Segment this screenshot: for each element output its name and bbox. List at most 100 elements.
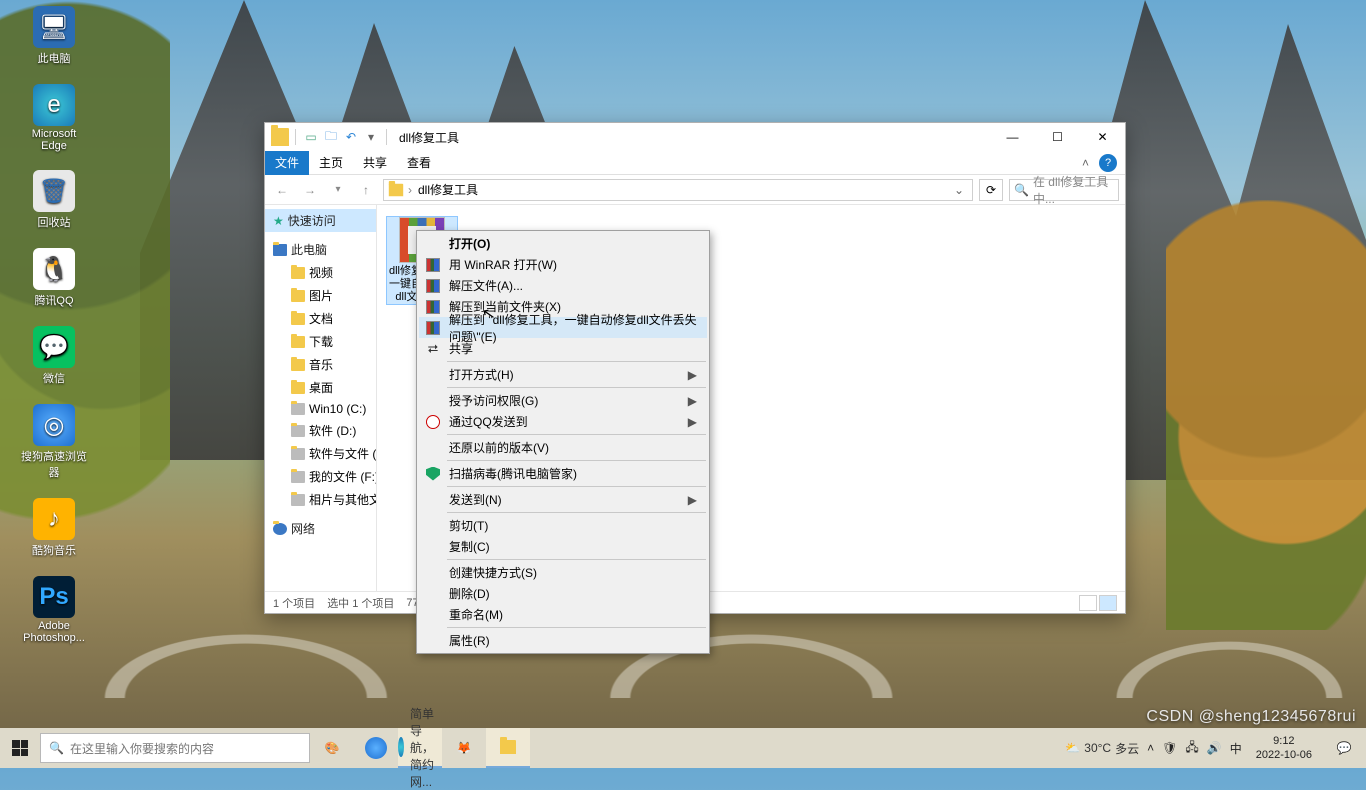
tab-file[interactable]: 文件 — [265, 151, 309, 175]
nav-network[interactable]: 网络 — [265, 517, 376, 540]
pc-icon — [273, 244, 287, 256]
taskbar-app-paint[interactable]: 🎨 — [310, 728, 354, 768]
maximize-button[interactable]: ☐ — [1035, 123, 1080, 151]
nav-item[interactable]: 下载 — [265, 330, 376, 353]
menu-extract-to[interactable]: 解压到 "dll修复工具，一键自动修复dll文件丢失问题\"(E) — [419, 317, 707, 338]
help-icon[interactable]: ? — [1099, 154, 1117, 172]
taskbar-search-input[interactable]: 🔍 在这里输入你要搜索的内容 — [40, 733, 310, 763]
nav-forward-button[interactable]: → — [299, 179, 321, 201]
menu-extract-files[interactable]: 解压文件(A)... — [419, 275, 707, 296]
tray-network-icon[interactable]: 🖧 — [1185, 738, 1198, 759]
ribbon-tabs: 文件 主页 共享 查看 ˄ ? — [265, 151, 1125, 175]
nav-item[interactable]: 文档 — [265, 307, 376, 330]
menu-send-to[interactable]: 发送到(N)▶ — [419, 489, 707, 510]
menu-qq-send[interactable]: 通过QQ发送到▶ — [419, 411, 707, 432]
menu-restore-previous[interactable]: 还原以前的版本(V) — [419, 437, 707, 458]
tab-home[interactable]: 主页 — [309, 151, 353, 175]
tab-view[interactable]: 查看 — [397, 151, 441, 175]
menu-open-with[interactable]: 打开方式(H)▶ — [419, 364, 707, 385]
desktop-icon[interactable]: ◎搜狗高速浏览器 — [18, 404, 90, 480]
menu-rename[interactable]: 重命名(M) — [419, 604, 707, 625]
refresh-button[interactable]: ⟳ — [979, 179, 1003, 201]
folder-icon — [291, 313, 305, 325]
tray-ime-icon[interactable]: 中 — [1230, 740, 1242, 757]
tray-security-icon[interactable]: 🛡 — [1162, 741, 1177, 755]
taskbar-clock[interactable]: 9:12 2022-10-06 — [1250, 734, 1318, 762]
address-bar-row: ← → ▾ ↑ › dll修复工具 ⌄ ⟳ 🔍 在 dll修复工具 中... — [265, 175, 1125, 205]
minimize-button[interactable]: — — [990, 123, 1035, 151]
ribbon-collapse-icon[interactable]: ˄ — [1076, 156, 1095, 170]
desktop-icon-label: Microsoft Edge — [18, 128, 90, 152]
menu-create-shortcut[interactable]: 创建快捷方式(S) — [419, 562, 707, 583]
desktop-icon[interactable]: 🖥此电脑 — [18, 6, 90, 66]
desktop-icon-label: 搜狗高速浏览器 — [18, 448, 90, 480]
menu-open[interactable]: 打开(O) — [419, 233, 707, 254]
menu-share[interactable]: ⮂共享 — [419, 338, 707, 359]
taskbar-app-edge[interactable]: 简单导航，简约网... — [398, 728, 442, 768]
nav-item[interactable]: Win10 (C:) — [265, 399, 376, 419]
chevron-right-icon[interactable]: › — [408, 183, 412, 197]
taskbar-apps: 🎨 简单导航，简约网... 🦊 — [310, 728, 530, 768]
breadcrumb-item[interactable]: dll修复工具 — [416, 181, 480, 198]
nav-item[interactable]: 相片与其他文件 (G:) — [265, 488, 376, 511]
nav-pane: ★快速访问 此电脑 视频图片文档下载音乐桌面Win10 (C:)软件 (D:) 软… — [265, 205, 377, 591]
nav-item[interactable]: 桌面 — [265, 376, 376, 399]
menu-scan-virus[interactable]: 扫描病毒(腾讯电脑管家) — [419, 463, 707, 484]
taskbar-app-explorer[interactable] — [486, 728, 530, 768]
undo-icon[interactable]: ↶ — [342, 128, 360, 146]
address-dropdown-icon[interactable]: ⌄ — [950, 183, 968, 197]
folder-icon — [291, 403, 305, 415]
winrar-icon — [425, 278, 441, 294]
search-input[interactable]: 🔍 在 dll修复工具 中... — [1009, 179, 1119, 201]
menu-copy[interactable]: 复制(C) — [419, 536, 707, 557]
titlebar[interactable]: ▭ 🗀 ↶ ▾ dll修复工具 — ☐ ✕ — [265, 123, 1125, 151]
desktop-icon[interactable]: eMicrosoft Edge — [18, 84, 90, 152]
weather-icon: ⛅ — [1065, 741, 1080, 755]
taskbar-app-firefox[interactable]: 🦊 — [442, 728, 486, 768]
folder-icon — [291, 494, 305, 506]
menu-cut[interactable]: 剪切(T) — [419, 515, 707, 536]
view-icons-button[interactable] — [1099, 595, 1117, 611]
qat-dropdown-icon[interactable]: ▾ — [362, 128, 380, 146]
view-details-button[interactable] — [1079, 595, 1097, 611]
tab-share[interactable]: 共享 — [353, 151, 397, 175]
nav-item-label: 软件与文件 (E:) — [309, 445, 377, 462]
qat-sep — [386, 129, 387, 145]
notifications-button[interactable]: 💬 — [1326, 728, 1362, 768]
nav-item[interactable]: 软件与文件 (E:) — [265, 442, 376, 465]
tray-chevron-up-icon[interactable]: ˄ — [1147, 741, 1154, 755]
wallpaper-decor — [1166, 200, 1366, 630]
close-button[interactable]: ✕ — [1080, 123, 1125, 151]
nav-item[interactable]: 音乐 — [265, 353, 376, 376]
address-bar[interactable]: › dll修复工具 ⌄ — [383, 179, 973, 201]
nav-item[interactable]: 我的文件 (F:) — [265, 465, 376, 488]
nav-item-label: 我的文件 (F:) — [309, 468, 377, 485]
desktop-icon[interactable]: PsAdobe Photoshop... — [18, 576, 90, 644]
nav-back-button[interactable]: ← — [271, 179, 293, 201]
props-icon[interactable]: ▭ — [302, 128, 320, 146]
desktop-icon[interactable]: 🗑回收站 — [18, 170, 90, 230]
nav-item-label: 视频 — [309, 264, 333, 281]
desktop-icon[interactable]: ♪酷狗音乐 — [18, 498, 90, 558]
tray-volume-icon[interactable]: 🔊 — [1207, 741, 1222, 755]
windows-logo-icon — [12, 740, 28, 756]
app-icon: e — [33, 84, 75, 126]
nav-item[interactable]: 软件 (D:) — [265, 419, 376, 442]
nav-this-pc[interactable]: 此电脑 — [265, 238, 376, 261]
menu-grant-access[interactable]: 授予访问权限(G)▶ — [419, 390, 707, 411]
menu-winrar-open[interactable]: 用 WinRAR 打开(W) — [419, 254, 707, 275]
menu-delete[interactable]: 删除(D) — [419, 583, 707, 604]
menu-properties[interactable]: 属性(R) — [419, 630, 707, 651]
start-button[interactable] — [0, 728, 40, 768]
nav-item[interactable]: 视频 — [265, 261, 376, 284]
new-folder-icon[interactable]: 🗀 — [322, 128, 340, 146]
taskbar-app-sogou[interactable] — [354, 728, 398, 768]
weather-widget[interactable]: ⛅ 30°C 多云 — [1065, 740, 1139, 757]
nav-up-button[interactable]: ↑ — [355, 179, 377, 201]
desktop-icon[interactable]: 💬微信 — [18, 326, 90, 386]
nav-recent-button[interactable]: ▾ — [327, 179, 349, 201]
app-icon: ◎ — [33, 404, 75, 446]
nav-item[interactable]: 图片 — [265, 284, 376, 307]
nav-quick-access[interactable]: ★快速访问 — [265, 209, 376, 232]
desktop-icon[interactable]: 🐧腾讯QQ — [18, 248, 90, 308]
